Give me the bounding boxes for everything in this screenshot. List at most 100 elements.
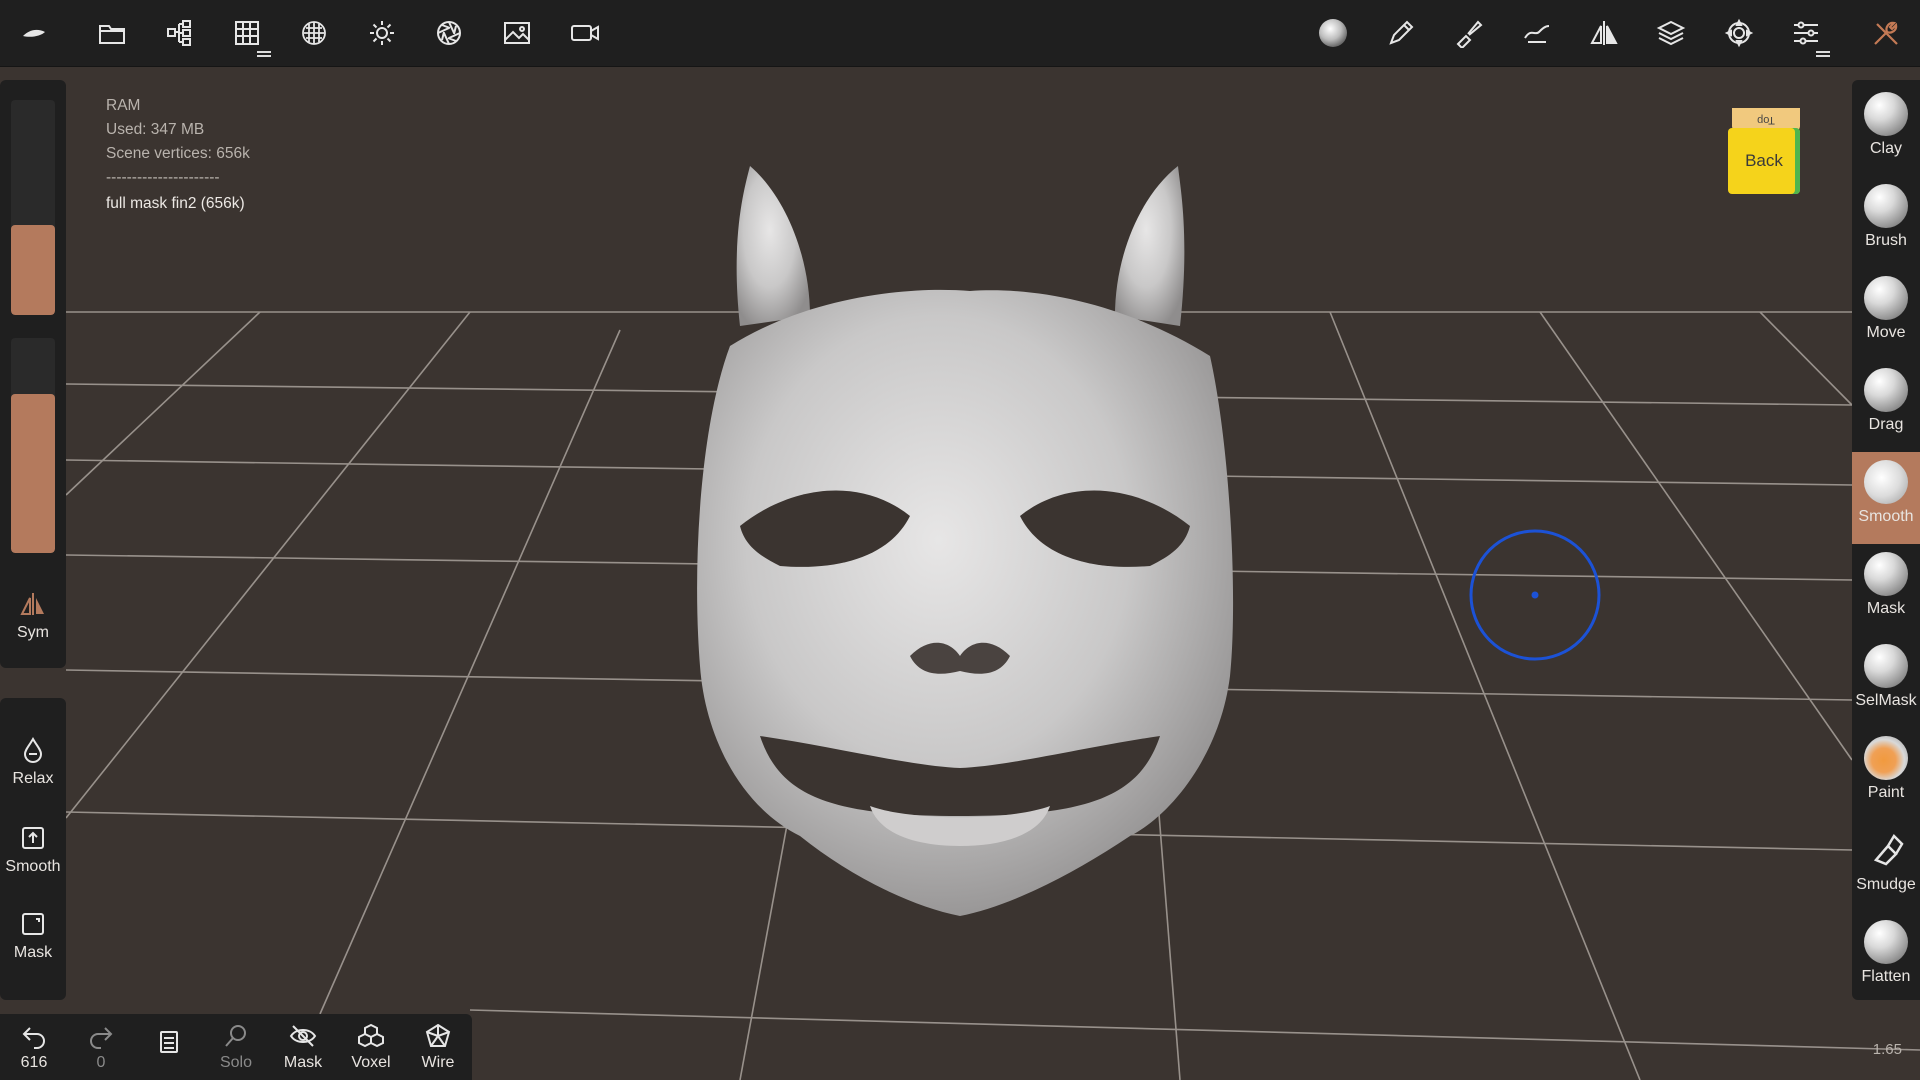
selmask-tool-icon: [1864, 644, 1908, 688]
flatten-tool-icon: [1864, 920, 1908, 964]
paint-tool-icon: [1864, 736, 1908, 780]
tool-selmask[interactable]: SelMask: [1852, 636, 1920, 728]
object-name: full mask fin2 (656k): [106, 195, 245, 212]
tool-smooth[interactable]: Smooth: [1852, 452, 1920, 544]
redo-button[interactable]: 0: [71, 1022, 131, 1072]
zoom-level: 1.65: [1872, 1041, 1902, 1058]
wireframe-icon: [425, 1023, 451, 1047]
viewport-3d[interactable]: [0, 66, 1920, 1080]
tool-label: Brush: [1865, 232, 1907, 249]
move-tool-icon: [1864, 276, 1908, 320]
redo-count: 0: [96, 1054, 106, 1071]
drag-tool-icon: [1864, 368, 1908, 412]
ram-used: Used: 347 MB: [106, 121, 205, 138]
video-camera-icon[interactable]: [565, 13, 605, 53]
brush-tool-icon: [1864, 184, 1908, 228]
ram-label: RAM: [106, 97, 141, 114]
relax-label: Relax: [12, 770, 54, 787]
wire-button[interactable]: Wire: [408, 1022, 468, 1072]
document-list-icon: [160, 1031, 178, 1053]
top-toolbar: [0, 0, 1920, 67]
layers-icon[interactable]: [1651, 13, 1691, 53]
mask-box-icon: [22, 913, 44, 935]
left-actions-panel: Relax Smooth Mask: [0, 698, 66, 1000]
tool-label: Mask: [1866, 600, 1906, 617]
mask-toggle-label: Mask: [283, 1054, 323, 1071]
folder-icon[interactable]: [92, 13, 132, 53]
layer-list-button[interactable]: [139, 1028, 199, 1060]
tool-flatten[interactable]: Flatten: [1852, 912, 1920, 1004]
tool-smudge[interactable]: Smudge: [1852, 820, 1920, 912]
smudge-tool-icon: [1864, 828, 1908, 872]
symmetry-icon[interactable]: [1584, 13, 1624, 53]
info-separator: ----------------------: [106, 169, 220, 186]
undo-icon: [22, 1027, 45, 1049]
aperture-icon[interactable]: [429, 13, 469, 53]
intensity-slider[interactable]: [11, 338, 55, 553]
tool-clay[interactable]: Clay: [1852, 84, 1920, 176]
material-sphere-icon[interactable]: [1313, 13, 1353, 53]
brush-stroke-icon[interactable]: [1517, 13, 1557, 53]
smooth-action-button[interactable]: Smooth: [0, 824, 66, 876]
droplet-icon: [23, 736, 43, 763]
topology-icon[interactable]: [294, 13, 334, 53]
mask-3d-model[interactable]: [610, 116, 1310, 936]
tool-label: Paint: [1867, 784, 1905, 801]
smooth-box-icon: [22, 827, 44, 849]
pencil-icon[interactable]: [1381, 13, 1421, 53]
brush-cursor: [1469, 529, 1601, 661]
gear-icon[interactable]: [1719, 13, 1759, 53]
wrench-icon[interactable]: [1866, 13, 1906, 53]
mask-action-button[interactable]: Mask: [0, 910, 66, 962]
smooth-tool-icon: [1864, 460, 1908, 504]
tool-label: Drag: [1868, 416, 1904, 433]
clay-tool-icon: [1864, 92, 1908, 136]
tool-label: Smudge: [1856, 876, 1916, 893]
hide-button[interactable]: Mask: [273, 1022, 333, 1072]
mask-action-label: Mask: [13, 944, 53, 961]
solo-button[interactable]: Solo: [206, 1022, 266, 1072]
tool-drag[interactable]: Drag: [1852, 360, 1920, 452]
radius-slider[interactable]: [11, 100, 55, 315]
radius-slider-fill: [11, 224, 55, 315]
tool-mask[interactable]: Mask: [1852, 544, 1920, 636]
bottom-bar: 616 0 Solo Mask Voxel Wire: [0, 1014, 472, 1080]
scene-tree-icon[interactable]: [160, 13, 200, 53]
sun-icon[interactable]: [362, 13, 402, 53]
eye-off-icon: [289, 1025, 317, 1047]
sliders-icon[interactable]: [1786, 13, 1830, 57]
tool-brush[interactable]: Brush: [1852, 176, 1920, 268]
sym-label: Sym: [17, 624, 49, 641]
wire-label: Wire: [421, 1054, 455, 1071]
symmetry-icon: [20, 593, 44, 615]
grid-icon[interactable]: [227, 13, 271, 57]
view-cube[interactable]: Top Back: [1728, 108, 1802, 196]
tool-move[interactable]: Move: [1852, 268, 1920, 360]
solo-label: Solo: [219, 1054, 253, 1071]
search-icon: [225, 1025, 246, 1047]
voxel-button[interactable]: Voxel: [341, 1022, 401, 1072]
undo-count: 616: [20, 1054, 48, 1071]
tool-label: SelMask: [1855, 692, 1917, 709]
undo-button[interactable]: 616: [4, 1022, 64, 1072]
image-icon[interactable]: [497, 13, 537, 53]
smooth-action-label: Smooth: [5, 858, 61, 875]
redo-icon: [90, 1027, 113, 1049]
sym-button[interactable]: Sym: [0, 590, 66, 642]
paint-brush-icon[interactable]: [1449, 13, 1489, 53]
intensity-slider-fill: [11, 393, 55, 553]
tool-label: Move: [1866, 324, 1906, 341]
tool-label: Flatten: [1861, 968, 1911, 985]
mask-tool-icon: [1864, 552, 1908, 596]
relax-button[interactable]: Relax: [0, 736, 66, 788]
app-logo-icon[interactable]: [14, 13, 54, 53]
left-slider-panel: Sym: [0, 80, 66, 668]
voxel-cubes-icon: [358, 1023, 384, 1048]
tool-paint[interactable]: Paint: [1852, 728, 1920, 820]
voxel-label: Voxel: [351, 1054, 391, 1071]
scene-vertices: Scene vertices: 656k: [106, 145, 250, 162]
tool-label: Smooth: [1858, 508, 1914, 525]
tool-label: Clay: [1869, 140, 1902, 157]
view-cube-front[interactable]: Back: [1728, 128, 1800, 194]
scene-info: RAM Used: 347 MB Scene vertices: 656k --…: [106, 94, 250, 216]
